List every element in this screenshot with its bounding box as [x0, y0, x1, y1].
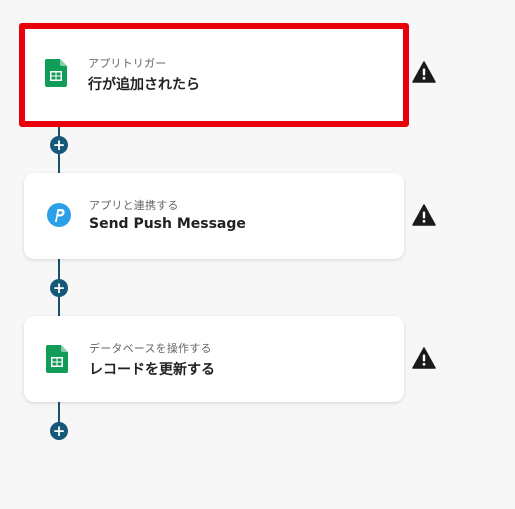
step-subtitle: アプリトリガー [88, 57, 167, 70]
add-step-button[interactable]: + [50, 279, 68, 297]
warning-icon[interactable] [412, 347, 436, 369]
add-step-button[interactable]: + [50, 136, 68, 154]
warning-icon[interactable] [412, 61, 436, 83]
flow-connector [58, 297, 60, 316]
add-step-button[interactable]: + [50, 422, 68, 440]
google-sheets-icon [45, 59, 73, 87]
step-subtitle: アプリと連携する [89, 199, 179, 212]
google-sheets-icon [46, 345, 74, 373]
step-title: Send Push Message [89, 216, 246, 232]
flow-connector [58, 154, 60, 173]
flow-step-pushbullet[interactable]: アプリと連携する Send Push Message [24, 173, 404, 259]
pushbullet-icon [46, 202, 74, 230]
step-subtitle: データベースを操作する [89, 342, 212, 355]
flow-canvas: アプリトリガー 行が追加されたら + アプリと連携する Send Push Me… [0, 0, 515, 509]
warning-icon[interactable] [412, 204, 436, 226]
step-title: レコードを更新する [89, 362, 215, 378]
step-title: 行が追加されたら [88, 77, 200, 93]
flow-step-trigger[interactable]: アプリトリガー 行が追加されたら [19, 23, 409, 127]
flow-step-database[interactable]: データベースを操作する レコードを更新する [24, 316, 404, 402]
